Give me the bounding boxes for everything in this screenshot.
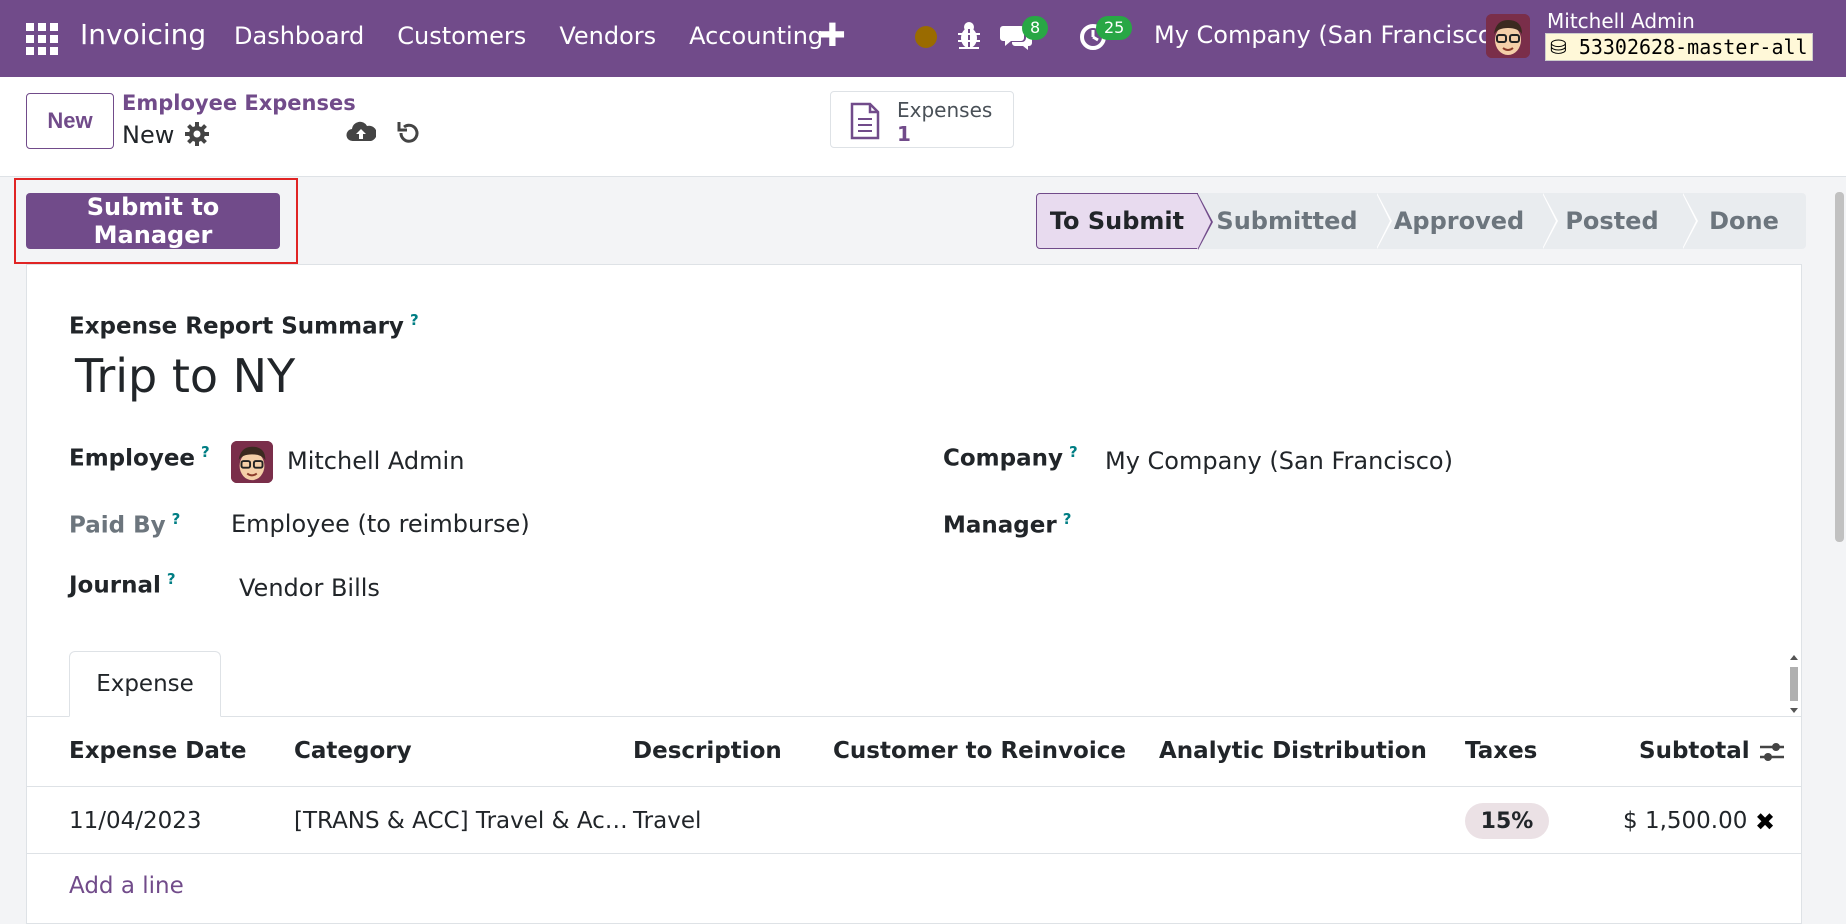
help-icon[interactable]: ? xyxy=(1063,510,1072,528)
tab-divider xyxy=(27,716,1801,717)
manager-label: Manager? xyxy=(943,510,1071,539)
stage-label: Submitted xyxy=(1216,207,1358,235)
form-statusbar: Submit to Manager To Submit Submitted Ap… xyxy=(0,178,1846,264)
journal-label: Journal? xyxy=(69,570,176,599)
breadcrumb-employee-expenses[interactable]: Employee Expenses xyxy=(122,91,356,115)
employee-label-text: Employee xyxy=(69,445,196,472)
messages-count-badge: 8 xyxy=(1022,16,1049,40)
help-icon[interactable]: ? xyxy=(167,570,176,588)
stage-label: Done xyxy=(1709,207,1779,235)
stage-label: To Submit xyxy=(1049,207,1185,235)
stage-posted[interactable]: Posted xyxy=(1542,193,1698,249)
paid-by-label-text: Paid By xyxy=(69,512,166,539)
user-name[interactable]: Mitchell Admin xyxy=(1547,9,1695,33)
stage-submitted[interactable]: Submitted xyxy=(1198,193,1392,249)
database-label: 53302628-master-all xyxy=(1578,35,1808,59)
cell-expense-date[interactable]: 11/04/2023 xyxy=(69,808,202,834)
stage-done[interactable]: Done xyxy=(1682,193,1806,249)
stage-label: Approved xyxy=(1393,207,1525,235)
journal-label-text: Journal xyxy=(69,572,161,599)
company-switcher[interactable]: My Company (San Francisco) xyxy=(1154,21,1502,49)
paid-by-field[interactable]: Employee (to reimburse) xyxy=(231,510,530,538)
summary-input[interactable]: Trip to NY xyxy=(75,349,295,403)
employee-label: Employee? xyxy=(69,443,210,472)
menu-vendors[interactable]: Vendors xyxy=(559,22,656,50)
help-icon[interactable]: ? xyxy=(410,311,419,329)
save-cloud-upload-icon[interactable] xyxy=(346,119,376,147)
breadcrumb-current-record: New xyxy=(122,121,175,149)
submit-to-manager-button[interactable]: Submit to Manager xyxy=(26,193,280,249)
col-expense-date[interactable]: Expense Date xyxy=(69,738,247,764)
presence-status-icon[interactable] xyxy=(915,26,937,48)
employee-field[interactable]: Mitchell Admin xyxy=(287,447,464,475)
stage-pipeline: To Submit Submitted Approved Posted Done xyxy=(1036,193,1806,250)
cell-subtotal: $ 1,500.00 xyxy=(1623,808,1748,834)
row-divider xyxy=(27,853,1801,854)
tax-badge[interactable]: 15% xyxy=(1465,803,1549,839)
header-divider xyxy=(27,786,1801,787)
tab-expense[interactable]: Expense xyxy=(69,651,221,717)
main-menu: Dashboard Customers Vendors Accounting xyxy=(234,22,856,50)
cell-description[interactable]: Travel xyxy=(633,808,701,834)
database-name: ⛁ 53302628-master-all xyxy=(1545,33,1813,61)
document-icon xyxy=(850,102,880,140)
expenses-smart-button[interactable]: Expenses 1 xyxy=(830,91,1014,148)
delete-row-icon[interactable]: ✖ xyxy=(1755,808,1775,836)
control-panel: New Employee Expenses New Expenses 1 xyxy=(0,77,1846,177)
manager-label-text: Manager xyxy=(943,512,1057,539)
summary-label: Expense Report Summary? xyxy=(69,311,419,340)
stage-to-submit[interactable]: To Submit xyxy=(1036,193,1213,250)
tab-scrollbar[interactable] xyxy=(1788,653,1800,715)
quick-create-plus-icon[interactable]: ✚ xyxy=(819,16,846,54)
app-title[interactable]: Invoicing xyxy=(80,18,206,51)
add-line-link[interactable]: Add a line xyxy=(69,873,184,899)
menu-customers[interactable]: Customers xyxy=(397,22,526,50)
summary-label-text: Expense Report Summary xyxy=(69,313,404,340)
database-icon: ⛁ xyxy=(1550,35,1567,59)
activities-count-badge: 25 xyxy=(1096,16,1133,40)
paid-by-label: Paid By? xyxy=(69,510,180,539)
col-analytic-distribution[interactable]: Analytic Distribution xyxy=(1159,738,1427,764)
help-icon[interactable]: ? xyxy=(172,510,181,528)
smart-button-label: Expenses xyxy=(897,98,993,122)
smart-button-count: 1 xyxy=(897,122,911,146)
page-scrollbar-thumb[interactable] xyxy=(1835,192,1844,542)
user-avatar[interactable] xyxy=(1486,14,1530,58)
help-icon[interactable]: ? xyxy=(1069,443,1078,461)
col-customer-to-reinvoice[interactable]: Customer to Reinvoice xyxy=(833,738,1126,764)
new-button[interactable]: New xyxy=(26,93,114,149)
top-navbar: Invoicing Dashboard Customers Vendors Ac… xyxy=(0,0,1846,77)
cell-category[interactable]: [TRANS & ACC] Travel & Ac… xyxy=(294,808,628,834)
gear-icon[interactable] xyxy=(184,121,210,147)
menu-accounting[interactable]: Accounting xyxy=(689,22,823,50)
stage-approved[interactable]: Approved xyxy=(1376,193,1558,249)
company-label: Company? xyxy=(943,443,1078,472)
optional-columns-toggle-icon[interactable] xyxy=(1757,739,1787,765)
company-label-text: Company xyxy=(943,445,1063,472)
stage-label: Posted xyxy=(1565,207,1659,235)
col-category[interactable]: Category xyxy=(294,738,412,764)
apps-menu-icon[interactable] xyxy=(26,23,58,55)
employee-avatar xyxy=(231,441,273,483)
company-field[interactable]: My Company (San Francisco) xyxy=(1105,447,1453,475)
col-taxes[interactable]: Taxes xyxy=(1465,738,1537,764)
discard-undo-icon[interactable] xyxy=(395,119,423,147)
help-icon[interactable]: ? xyxy=(201,443,210,461)
form-sheet: Expense Report Summary? Trip to NY Emplo… xyxy=(26,264,1802,924)
col-description[interactable]: Description xyxy=(633,738,782,764)
col-subtotal[interactable]: Subtotal xyxy=(1639,738,1750,764)
debug-bug-icon[interactable] xyxy=(956,20,982,50)
menu-dashboard[interactable]: Dashboard xyxy=(234,22,364,50)
journal-field[interactable]: Vendor Bills xyxy=(239,574,380,602)
